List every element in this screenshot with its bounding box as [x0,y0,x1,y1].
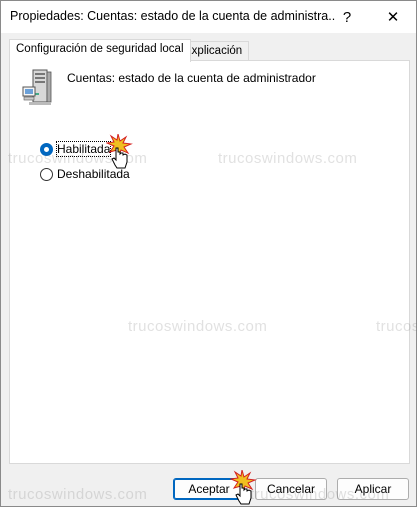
radio-button-enabled[interactable] [40,142,53,156]
server-computer-icon [22,69,52,105]
title-bar[interactable]: Propiedades: Cuentas: estado de la cuent… [1,1,416,33]
help-icon: ? [342,8,352,26]
policy-name: Cuentas: estado de la cuenta de administ… [67,71,316,85]
radio-button-disabled[interactable] [40,167,53,181]
radio-enabled[interactable]: Habilitada [40,140,112,158]
properties-dialog: Propiedades: Cuentas: estado de la cuent… [0,0,417,507]
dialog-buttons: Aceptar Cancelar Aplicar [1,471,416,501]
window-title: Propiedades: Cuentas: estado de la cuent… [10,9,335,23]
apply-button[interactable]: Aplicar [337,478,409,500]
close-icon: ✕ [386,9,400,26]
click-pointer-icon [230,470,257,505]
close-button[interactable]: ✕ [370,1,416,33]
radio-label-enabled[interactable]: Habilitada [55,141,112,157]
tab-local-security-setting[interactable]: Configuración de seguridad local [9,39,191,62]
help-button[interactable]: ? [324,1,370,33]
click-pointer-icon [106,134,133,169]
tab-panel: Cuentas: estado de la cuenta de administ… [9,60,410,464]
cancel-button[interactable]: Cancelar [255,478,327,500]
